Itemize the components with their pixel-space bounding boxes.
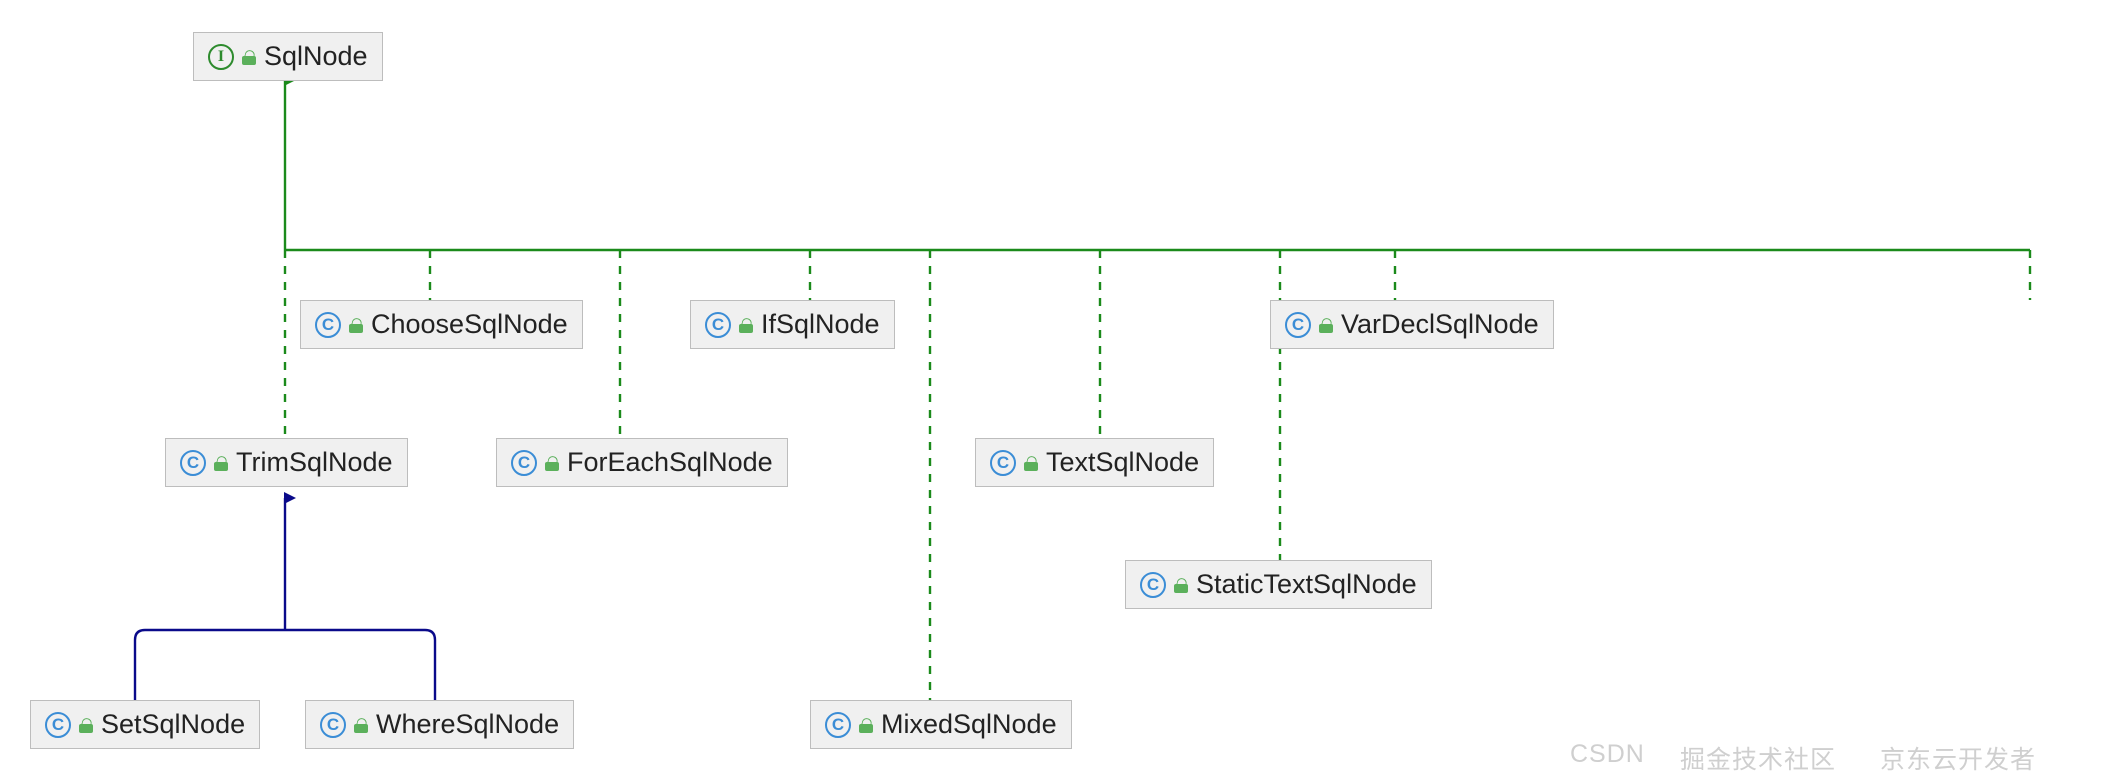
class-icon: C [315, 312, 341, 338]
public-lock-icon [242, 49, 256, 65]
node-trimsqlnode[interactable]: C TrimSqlNode [165, 438, 408, 487]
class-icon: C [990, 450, 1016, 476]
node-ifsqlnode[interactable]: C IfSqlNode [690, 300, 895, 349]
watermark-text: 掘金技术社区 [1680, 740, 1836, 776]
public-lock-icon [859, 717, 873, 733]
public-lock-icon [545, 455, 559, 471]
node-setsqlnode[interactable]: C SetSqlNode [30, 700, 260, 749]
class-icon: C [1285, 312, 1311, 338]
node-label: VarDeclSqlNode [1341, 309, 1539, 340]
public-lock-icon [214, 455, 228, 471]
node-label: ForEachSqlNode [567, 447, 773, 478]
public-lock-icon [79, 717, 93, 733]
public-lock-icon [349, 317, 363, 333]
node-label: MixedSqlNode [881, 709, 1057, 740]
public-lock-icon [1319, 317, 1333, 333]
node-label: WhereSqlNode [376, 709, 559, 740]
public-lock-icon [354, 717, 368, 733]
node-mixedsqlnode[interactable]: C MixedSqlNode [810, 700, 1072, 749]
class-icon: C [180, 450, 206, 476]
node-choosesqlnode[interactable]: C ChooseSqlNode [300, 300, 583, 349]
public-lock-icon [1174, 577, 1188, 593]
node-foreachsqlnode[interactable]: C ForEachSqlNode [496, 438, 788, 487]
class-icon: C [825, 712, 851, 738]
watermark-text: 京东云开发者 [1880, 740, 2036, 776]
interface-icon: I [208, 44, 234, 70]
watermark-text: CSDN [1570, 740, 1645, 769]
class-icon: C [320, 712, 346, 738]
class-icon: C [511, 450, 537, 476]
node-wheresqlnode[interactable]: C WhereSqlNode [305, 700, 574, 749]
public-lock-icon [739, 317, 753, 333]
public-lock-icon [1024, 455, 1038, 471]
class-icon: C [1140, 572, 1166, 598]
class-icon: C [45, 712, 71, 738]
node-label: ChooseSqlNode [371, 309, 568, 340]
connector-lines [0, 0, 2104, 774]
class-icon: C [705, 312, 731, 338]
node-label: TextSqlNode [1046, 447, 1199, 478]
node-textsqlnode[interactable]: C TextSqlNode [975, 438, 1214, 487]
node-sqlnode[interactable]: I SqlNode [193, 32, 383, 81]
node-label: SqlNode [264, 41, 368, 72]
node-label: SetSqlNode [101, 709, 245, 740]
node-label: IfSqlNode [761, 309, 880, 340]
node-label: StaticTextSqlNode [1196, 569, 1417, 600]
node-label: TrimSqlNode [236, 447, 393, 478]
node-vardeclsqlnode[interactable]: C VarDeclSqlNode [1270, 300, 1554, 349]
node-statictextsqlnode[interactable]: C StaticTextSqlNode [1125, 560, 1432, 609]
